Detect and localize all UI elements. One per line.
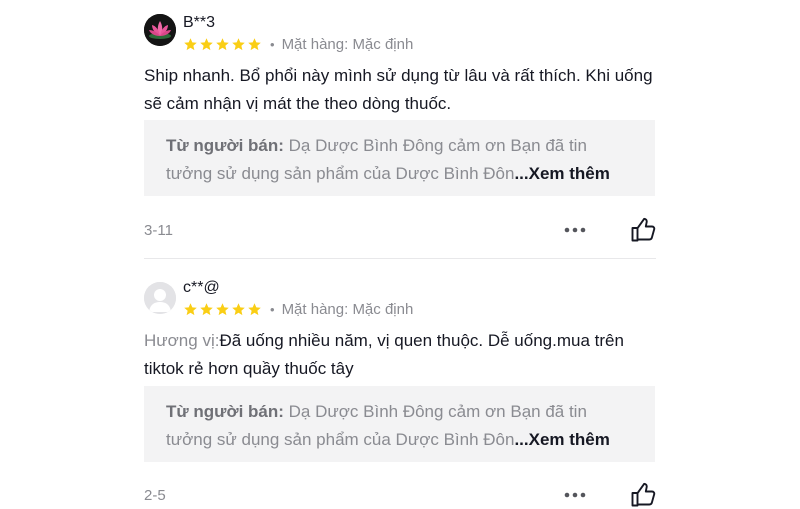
variant-label: Mặt hàng: Mặc định [281,300,414,318]
divider [144,258,656,259]
star-rating [183,302,262,317]
avatar[interactable] [144,282,176,314]
star-icon [216,302,229,315]
review-meta: • Mặt hàng: Mặc định [183,300,413,318]
review-text: Ship nhanh. Bổ phổi này mình sử dụng từ … [144,62,664,118]
reviewer-name: c**@ [183,279,220,296]
thumbs-up-icon[interactable] [629,481,657,509]
review-date: 2-5 [144,487,166,504]
seller-reply-label: Từ người bán: [166,402,284,421]
star-icon [232,302,245,315]
avatar[interactable] [144,14,176,46]
thumbs-up-icon[interactable] [629,216,657,244]
star-icon [216,37,229,50]
more-options-icon[interactable] [563,490,587,500]
seller-reply-label: Từ người bán: [166,136,284,155]
variant-label: Mặt hàng: Mặc định [281,35,414,53]
star-icon [200,37,213,50]
separator-dot: • [270,36,275,52]
review-text-content: Ship nhanh. Bổ phổi này mình sử dụng từ … [144,66,653,113]
star-icon [184,37,197,50]
star-icon [248,37,261,50]
see-more-link[interactable]: ...Xem thêm [514,164,609,183]
review-text: Hương vị:Đã uống nhiều năm, vị quen thuộ… [144,327,664,383]
star-icon [248,302,261,315]
more-options-icon[interactable] [563,225,587,235]
seller-reply[interactable]: Từ người bán: Dạ Dược Bình Đông cảm ơn B… [144,120,655,196]
reviewer-name: B**3 [183,14,216,31]
review-date: 3-11 [144,222,173,239]
star-icon [200,302,213,315]
default-user-icon [144,282,176,314]
review-text-prefix: Hương vị: [144,331,220,350]
star-icon [184,302,197,315]
star-icon [232,37,245,50]
seller-reply[interactable]: Từ người bán: Dạ Dược Bình Đông cảm ơn B… [144,386,655,462]
lotus-flower-icon [144,14,176,46]
star-rating [183,37,262,52]
review-meta: • Mặt hàng: Mặc định [183,35,413,53]
separator-dot: • [270,301,275,317]
see-more-link[interactable]: ...Xem thêm [514,430,609,449]
